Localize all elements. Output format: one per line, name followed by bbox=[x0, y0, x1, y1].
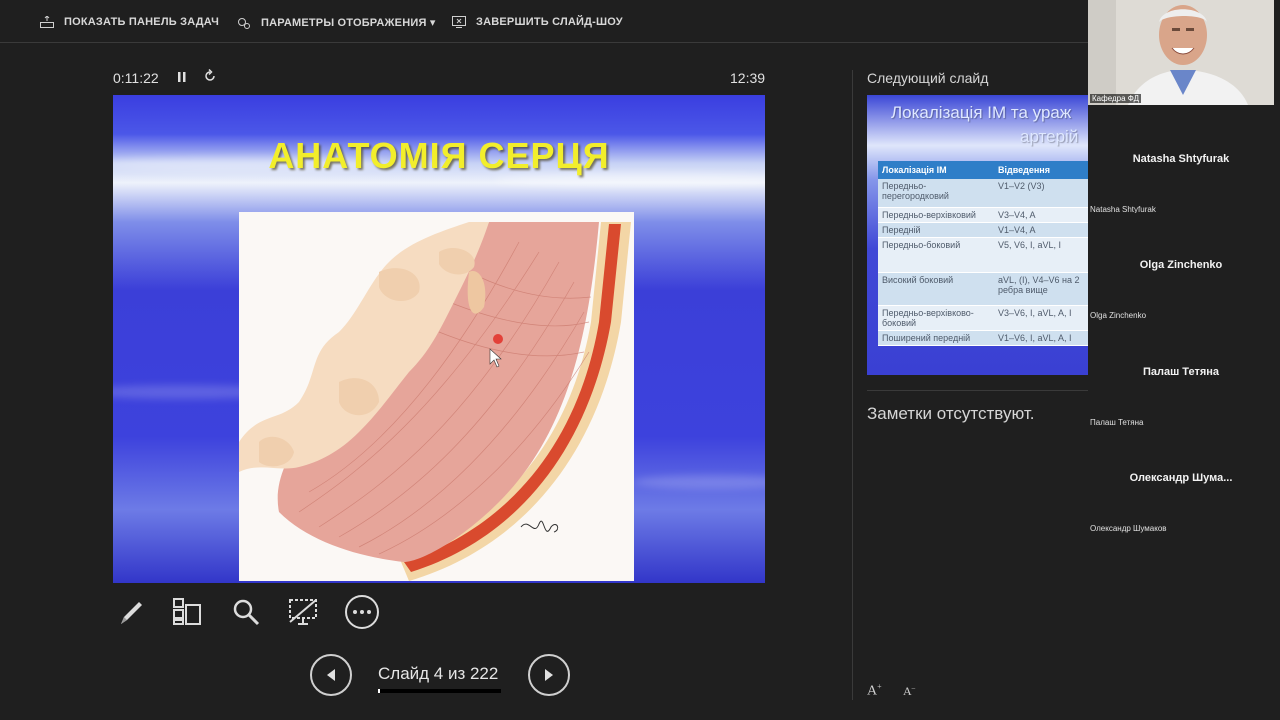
current-slide[interactable]: АНАТОМІЯ СЕРЦЯ bbox=[113, 95, 765, 583]
next-slide-title-line2: артерій bbox=[1020, 127, 1079, 146]
panel-divider bbox=[852, 70, 853, 700]
slide-progress-bar bbox=[378, 689, 501, 693]
elapsed-timer: 0:11:22 bbox=[113, 70, 159, 86]
triangle-right-icon bbox=[545, 669, 553, 681]
table-header: Локалізація ІМ bbox=[878, 161, 994, 179]
table-cell: V3–V6, I, aVL, A, I bbox=[994, 305, 1088, 331]
table-cell: V5, V6, I, aVL, I bbox=[994, 237, 1088, 273]
next-slide-label: Следующий слайд bbox=[867, 70, 989, 86]
table-cell: Передній bbox=[878, 222, 994, 238]
participant-name: Палаш Тетяна bbox=[1142, 366, 1220, 378]
participant-subname: Олександр Шумаков bbox=[1090, 524, 1167, 533]
table-cell: Передньо-верхівковий bbox=[878, 207, 994, 223]
table-cell: Передньо-перегородковий bbox=[878, 179, 994, 208]
display-settings-label: ПАРАМЕТРЫ ОТОБРАЖЕНИЯ ▾ bbox=[261, 17, 436, 29]
table-cell: Високий боковий bbox=[878, 272, 994, 306]
table-row: Поширений передній V1–V6, I, aVL, A, I bbox=[878, 330, 1088, 346]
participant-name: Natasha Shtyfurak bbox=[1132, 153, 1230, 165]
table-cell: V1–V2 (V3) bbox=[994, 179, 1088, 208]
end-slideshow-icon bbox=[452, 16, 466, 28]
slide-title: АНАТОМІЯ СЕРЦЯ bbox=[268, 135, 610, 176]
decrease-font-label: A bbox=[903, 684, 912, 698]
decrease-font-button[interactable]: A– bbox=[903, 684, 915, 699]
display-settings-button[interactable]: ПАРАМЕТРЫ ОТОБРАЖЕНИЯ ▾ bbox=[237, 16, 436, 29]
speaker-notes: Заметки отсутствуют. bbox=[867, 404, 1035, 423]
table-row: Передньо-боковий V5, V6, I, aVL, I bbox=[878, 237, 1088, 273]
notes-divider bbox=[867, 390, 1088, 391]
restart-timer-icon[interactable] bbox=[203, 68, 217, 86]
participant-name: Olga Zinchenko bbox=[1139, 259, 1223, 271]
end-slideshow-label: ЗАВЕРШИТЬ СЛАЙД-ШОУ bbox=[476, 16, 623, 28]
increase-font-label: A bbox=[867, 683, 878, 699]
participant-tile[interactable]: Olga Zinchenko Olga Zinchenko bbox=[1088, 213, 1274, 327]
table-row: Передньо-верхівково-боковий V3–V6, I, aV… bbox=[878, 305, 1088, 331]
camera-label: Кафедра ФД bbox=[1090, 94, 1141, 103]
show-taskbar-label: ПОКАЗАТЬ ПАНЕЛЬ ЗАДАЧ bbox=[64, 16, 220, 28]
table-cell: V3–V4, A bbox=[994, 207, 1088, 223]
slide-background-streak bbox=[633, 475, 765, 489]
next-slide-title-line1: Локалізація ІМ та ураж bbox=[891, 103, 1072, 122]
pause-icon[interactable] bbox=[176, 70, 188, 86]
increase-font-button[interactable]: A+ bbox=[867, 682, 882, 700]
participant-name: Олександр Шума... bbox=[1129, 472, 1233, 484]
next-slide-table: Локалізація ІМ Відведення Передньо-перег… bbox=[878, 161, 1088, 346]
participant-tile[interactable]: Natasha Shtyfurak Natasha Shtyfurak bbox=[1088, 107, 1274, 221]
more-options-icon[interactable] bbox=[342, 592, 382, 632]
table-cell: V1–V6, I, aVL, A, I bbox=[994, 330, 1088, 346]
heart-wall-anatomy-image bbox=[239, 212, 634, 581]
clock: 12:39 bbox=[730, 70, 766, 86]
next-slide-button[interactable] bbox=[528, 654, 570, 696]
table-cell: aVL, (I), V4–V6 на 2 ребра вище bbox=[994, 272, 1088, 306]
pen-tool-icon[interactable] bbox=[111, 592, 151, 632]
next-slide-preview[interactable]: Локалізація ІМ та ураж артерій Локалізац… bbox=[867, 95, 1088, 375]
participant-tile[interactable]: Палаш Тетяна Палаш Тетяна bbox=[1088, 320, 1274, 427]
previous-slide-button[interactable] bbox=[310, 654, 352, 696]
zoom-slide-icon[interactable] bbox=[226, 592, 266, 632]
presenter-video bbox=[1088, 0, 1274, 105]
taskbar-icon bbox=[40, 16, 54, 28]
participant-subname: Olga Zinchenko bbox=[1090, 311, 1147, 320]
show-taskbar-button[interactable]: ПОКАЗАТЬ ПАНЕЛЬ ЗАДАЧ bbox=[40, 16, 219, 28]
table-cell: Передньо-боковий bbox=[878, 237, 994, 273]
table-row: Передньо-перегородковий V1–V2 (V3) bbox=[878, 179, 1088, 208]
end-slideshow-button[interactable]: ЗАВЕРШИТЬ СЛАЙД-ШОУ bbox=[452, 16, 623, 28]
table-cell: V1–V4, A bbox=[994, 222, 1088, 238]
slide-progress-fill bbox=[378, 689, 381, 693]
table-cell: Поширений передній bbox=[878, 330, 994, 346]
table-row: Передньо-верхівковий V3–V4, A bbox=[878, 207, 1088, 223]
see-all-slides-icon[interactable] bbox=[167, 592, 207, 632]
table-row: Високий боковий aVL, (I), V4–V6 на 2 реб… bbox=[878, 272, 1088, 306]
display-settings-icon bbox=[238, 17, 250, 29]
black-screen-icon[interactable] bbox=[283, 592, 323, 632]
table-cell: Передньо-верхівково-боковий bbox=[878, 305, 994, 331]
table-header: Відведення bbox=[994, 161, 1088, 179]
slide-counter: Слайд 4 из 222 bbox=[378, 664, 499, 683]
presenter-camera-feed: Кафедра ФД bbox=[1088, 0, 1274, 105]
table-row: Передній V1–V4, A bbox=[878, 222, 1088, 238]
triangle-left-icon bbox=[327, 669, 335, 681]
participant-tile[interactable]: Олександр Шума... Олександр Шумаков bbox=[1088, 426, 1274, 533]
